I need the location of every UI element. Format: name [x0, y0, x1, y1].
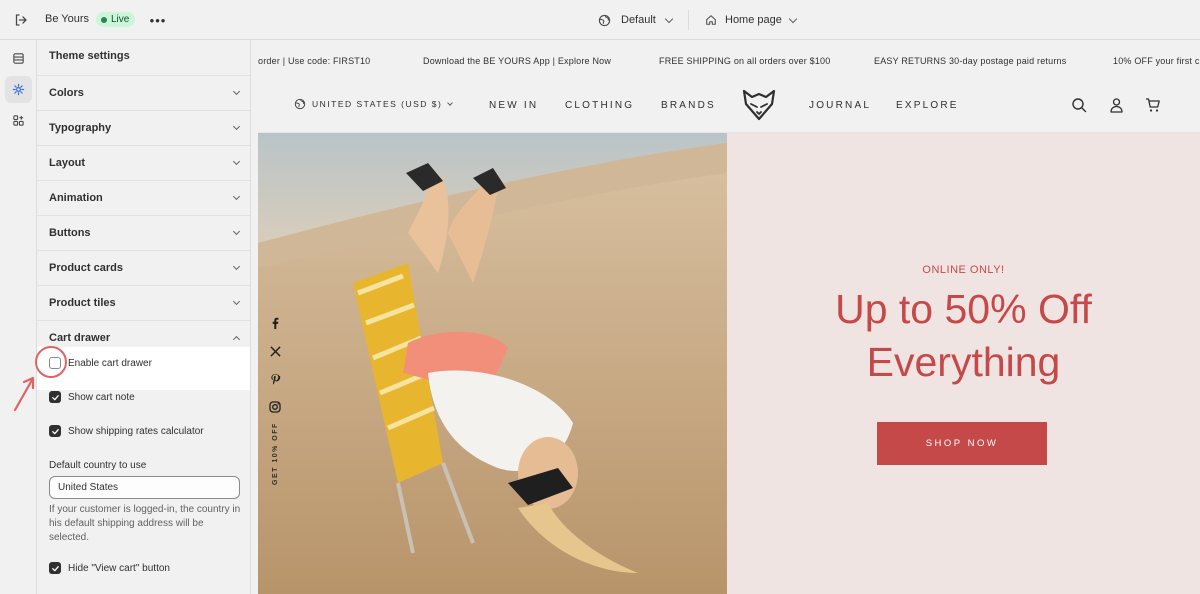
theme-selector-label: Default	[621, 14, 656, 26]
nav-link-journal[interactable]: JOURNAL	[809, 100, 871, 111]
topbar-divider	[688, 10, 689, 30]
section-label: Buttons	[49, 227, 91, 239]
account-icon[interactable]	[1109, 97, 1124, 113]
section-product-tiles[interactable]: Product tiles	[37, 285, 250, 320]
nav-link-clothing[interactable]: CLOTHING	[565, 100, 634, 111]
theme-selector[interactable]: Default	[598, 11, 674, 29]
show-cart-note-checkbox[interactable]	[49, 391, 61, 403]
chevron-down-icon	[664, 14, 674, 23]
pinterest-icon[interactable]	[268, 372, 282, 386]
section-label: Layout	[49, 157, 86, 169]
announcement-item: EASY RETURNS 30-day postage paid returns	[874, 56, 1067, 66]
hero-content: ONLINE ONLY! Up to 50% Off Everything SH…	[727, 133, 1200, 594]
section-label: Cart drawer	[49, 332, 111, 344]
hide-view-cart-checkbox[interactable]	[49, 562, 61, 574]
search-icon[interactable]	[1071, 97, 1087, 113]
chevron-down-icon	[232, 297, 241, 306]
section-animation[interactable]: Animation	[37, 180, 250, 215]
checkmark-icon	[51, 394, 59, 400]
chevron-down-icon	[447, 99, 454, 106]
country-selector[interactable]: UNITED STATES (USD $)	[294, 98, 454, 110]
show-shipping-calculator-checkbox[interactable]	[49, 425, 61, 437]
nav-link-new-in[interactable]: NEW IN	[489, 100, 538, 111]
show-shipping-calculator-option[interactable]: Show shipping rates calculator	[49, 425, 204, 437]
section-label: Product tiles	[49, 297, 116, 309]
section-typography[interactable]: Typography	[37, 110, 250, 145]
chevron-down-icon	[232, 122, 241, 131]
globe-icon	[294, 98, 306, 110]
annotation-arrow-icon	[13, 376, 35, 412]
section-buttons[interactable]: Buttons	[37, 215, 250, 250]
chevron-down-icon	[788, 14, 798, 23]
checkmark-icon	[51, 565, 59, 571]
default-country-label: Default country to use	[49, 460, 147, 471]
chevron-down-icon	[232, 227, 241, 236]
cart-icon[interactable]	[1145, 97, 1161, 113]
exit-icon[interactable]	[12, 11, 30, 29]
show-cart-note-option[interactable]: Show cart note	[49, 391, 135, 403]
live-badge: Live	[96, 12, 136, 27]
checkmark-icon	[51, 428, 59, 434]
store-preview: order | Use code: FIRST10 Download the B…	[258, 46, 1200, 594]
gear-icon	[12, 83, 25, 96]
chevron-down-icon	[232, 87, 241, 96]
option-label: Hide "View cart" button	[68, 562, 170, 574]
option-label: Show cart note	[68, 391, 135, 403]
sections-icon	[13, 53, 24, 64]
live-badge-label: Live	[111, 14, 130, 25]
store-name: Be Yours	[45, 13, 90, 25]
hero-image: GET 10% OFF	[258, 133, 727, 594]
more-actions-button[interactable]: •••	[150, 11, 166, 29]
home-icon	[706, 15, 716, 25]
hide-view-cart-option[interactable]: Hide "View cart" button	[49, 562, 170, 574]
apps-button[interactable]	[5, 107, 32, 134]
nav-link-brands[interactable]: BRANDS	[661, 100, 716, 111]
page-selector-label: Home page	[725, 14, 782, 26]
live-dot-icon	[101, 16, 107, 23]
option-label: Show shipping rates calculator	[68, 425, 204, 437]
option-label: Enable cart drawer	[68, 357, 152, 369]
hero-headline: Up to 50% Off Everything	[727, 283, 1200, 389]
nav-link-explore[interactable]: EXPLORE	[896, 100, 959, 111]
hero-headline-line: Everything	[866, 339, 1061, 385]
chevron-down-icon	[232, 157, 241, 166]
store-header: UNITED STATES (USD $) NEW IN CLOTHING BR…	[258, 76, 1200, 133]
theme-settings-panel: Theme settings Colors Typography Layout …	[37, 40, 251, 594]
announcement-item: 10% OFF your first c	[1113, 56, 1200, 66]
icon-rail	[0, 40, 37, 594]
section-product-cards[interactable]: Product cards	[37, 250, 250, 285]
editor-topbar: Be Yours Live ••• Default Home page	[0, 0, 1200, 40]
announcement-item[interactable]: Download the BE YOURS App | Explore Now	[423, 56, 611, 66]
section-label: Colors	[49, 87, 84, 99]
chevron-down-icon	[232, 192, 241, 201]
section-layout[interactable]: Layout	[37, 145, 250, 180]
theme-settings-button[interactable]	[5, 76, 32, 103]
section-label: Product cards	[49, 262, 123, 274]
country-selector-label: UNITED STATES (USD $)	[312, 99, 443, 109]
section-colors[interactable]: Colors	[37, 75, 250, 110]
default-country-help: If your customer is logged-in, the count…	[49, 504, 241, 543]
chevron-down-icon	[232, 262, 241, 271]
panel-title: Theme settings	[49, 50, 130, 62]
globe-icon	[598, 14, 611, 26]
section-label: Typography	[49, 122, 112, 134]
facebook-icon[interactable]	[268, 316, 282, 330]
shop-now-button[interactable]: SHOP NOW	[877, 422, 1047, 465]
hero-headline-line: Up to 50% Off	[835, 286, 1092, 332]
beach-photo	[258, 133, 727, 594]
default-country-field[interactable]: United States	[49, 476, 240, 499]
announcement-item: FREE SHIPPING on all orders over $100	[659, 56, 831, 66]
chevron-up-icon	[232, 335, 241, 344]
x-icon[interactable]	[268, 344, 282, 358]
page-selector[interactable]: Home page	[705, 11, 798, 29]
announcement-item: order | Use code: FIRST10	[258, 56, 371, 66]
get-discount-tab[interactable]: GET 10% OFF	[272, 422, 279, 485]
section-label: Animation	[49, 192, 103, 204]
hero-eyebrow: ONLINE ONLY!	[922, 264, 1005, 276]
sections-button[interactable]	[5, 45, 32, 72]
instagram-icon[interactable]	[268, 400, 282, 414]
apps-icon	[13, 115, 24, 126]
announcement-bar: order | Use code: FIRST10 Download the B…	[258, 46, 1200, 76]
store-logo-icon[interactable]	[741, 88, 777, 122]
